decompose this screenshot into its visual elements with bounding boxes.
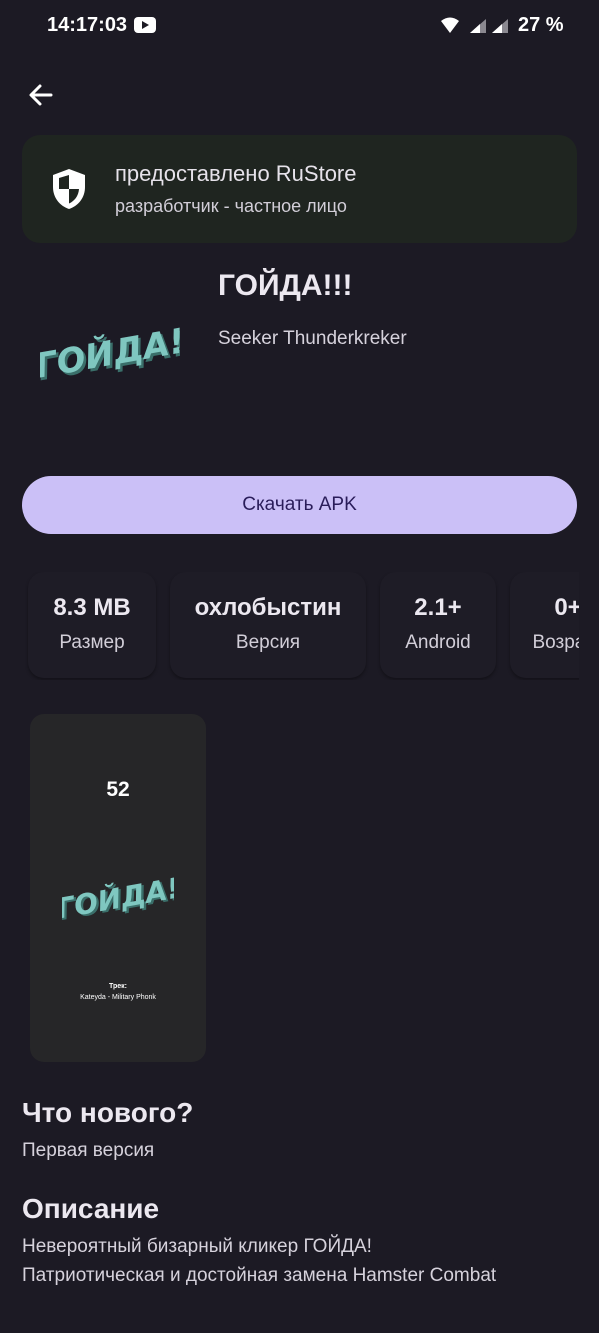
- provider-card: [22, 135, 577, 243]
- whats-new-text: Первая версия: [22, 1140, 155, 1161]
- chip-label: Версия: [235, 632, 301, 653]
- status-time: 14:17:03: [47, 14, 128, 36]
- chip-label: Возраст: [532, 632, 579, 653]
- battery-level: 27 %: [518, 14, 564, 36]
- provider-title: предоставлено RuStore: [115, 161, 357, 186]
- shield-icon: [53, 169, 85, 209]
- signal-icon: [470, 19, 486, 33]
- description-line-1: Невероятный бизарный кликер ГОЙДА!: [22, 1236, 372, 1257]
- chip-version: охлобыстин Версия: [170, 572, 366, 678]
- chip-label: Размер: [59, 632, 125, 653]
- app-logo: ГОЙДА! ГОЙДА!: [40, 320, 180, 389]
- whats-new-heading: Что нового?: [22, 1097, 194, 1128]
- download-apk-button[interactable]: Скачать APK: [22, 476, 577, 534]
- provider-subtitle: разработчик - частное лицо: [115, 196, 347, 216]
- chip-value: 2.1+: [414, 594, 462, 621]
- signal-icon: [492, 19, 508, 33]
- chip-value: охлобыстин: [194, 594, 342, 621]
- description-heading: Описание: [22, 1193, 160, 1224]
- screenshot-logo: ГОЙДА! ГОЙДА!: [62, 870, 174, 927]
- screenshot-track: Kateyda - Military Phonk: [80, 994, 156, 1001]
- back-button[interactable]: [24, 78, 58, 112]
- description-line-2: Патриотическая и достойная замена Hamste…: [22, 1265, 497, 1286]
- wifi-icon: [441, 17, 459, 33]
- chip-android: 2.1+ Android: [380, 572, 496, 678]
- chip-label: Android: [405, 632, 471, 653]
- screenshot-counter: 52: [106, 778, 130, 801]
- app-title: ГОЙДА!!!: [218, 269, 353, 302]
- app-developer[interactable]: Seeker Thunderkreker: [218, 328, 407, 350]
- screenshot-track-label: Трек:: [108, 983, 127, 990]
- chip-value: 8.3 MB: [53, 594, 131, 621]
- info-chips-row[interactable]: 8.3 MB Размер охлобыстин Версия 2.1+ And…: [22, 572, 579, 680]
- youtube-icon: [134, 17, 156, 33]
- chip-size: 8.3 MB Размер: [28, 572, 156, 678]
- chip-age: 0+ Возраст: [510, 572, 579, 678]
- chip-value: 0+: [554, 594, 579, 621]
